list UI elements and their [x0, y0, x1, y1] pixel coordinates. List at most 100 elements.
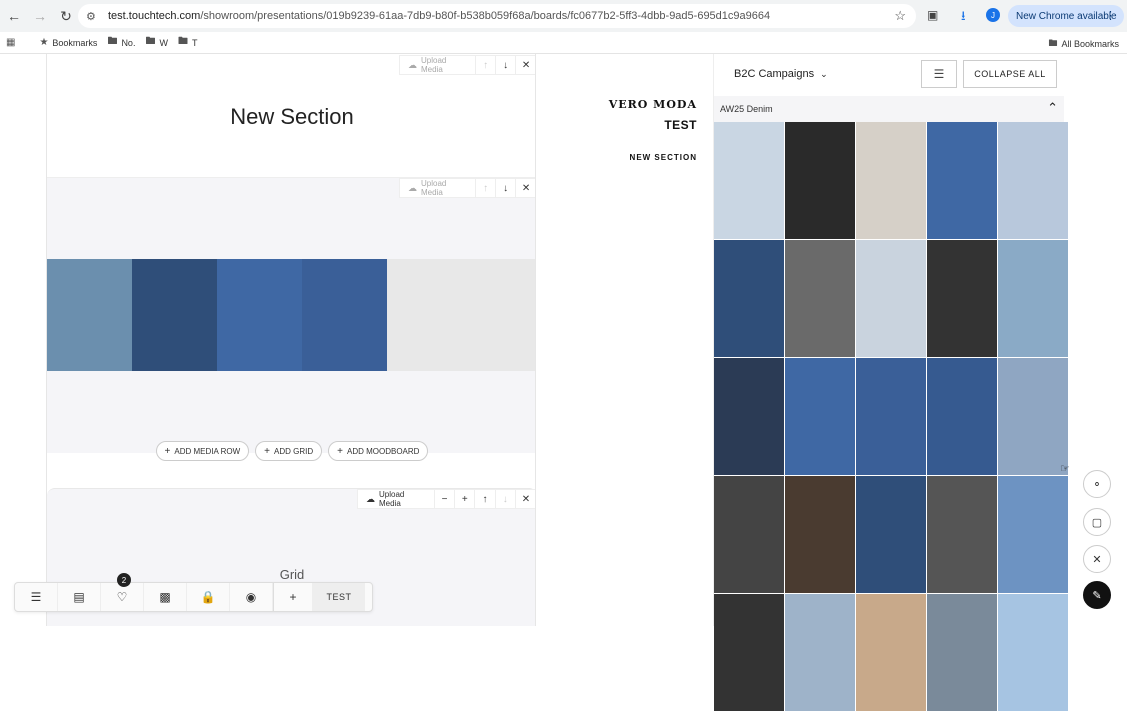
collapse-all-button[interactable]: COLLAPSE ALL	[963, 60, 1057, 88]
move-up-icon[interactable]: ↑	[476, 178, 497, 198]
media-thumbnail[interactable]	[785, 476, 855, 593]
favorites-count-badge: 2	[117, 573, 131, 587]
media-thumbnail[interactable]	[714, 122, 784, 239]
test-tab[interactable]: TEST	[313, 583, 365, 611]
folder-header[interactable]: AW25 Denim ⌃	[714, 96, 1064, 122]
media-thumbnail[interactable]	[785, 358, 855, 475]
star-icon: ★	[39, 37, 49, 48]
media-thumbnail[interactable]	[856, 358, 926, 475]
bookmark-item-no[interactable]: 🖿 No.	[107, 34, 135, 51]
folder-icon: 🖿	[107, 36, 118, 47]
move-up-icon[interactable]: ↑	[476, 55, 497, 75]
media-thumbnail[interactable]	[714, 358, 784, 475]
close-panel-button[interactable]: ✕	[1083, 545, 1111, 573]
extensions-icon[interactable]: ▣	[927, 8, 941, 22]
cloud-upload-icon: ☁	[408, 59, 417, 70]
plus-icon[interactable]: +	[455, 489, 476, 509]
media-thumbnail[interactable]	[856, 594, 926, 711]
profile-avatar[interactable]: J	[986, 8, 1000, 22]
move-up-icon[interactable]: ↑	[475, 489, 496, 509]
tag-button[interactable]: ⚬	[1083, 470, 1111, 498]
folder-icon: 🖿	[177, 36, 188, 47]
media-library-panel: B2C Campaigns ⌄ ☰ COLLAPSE ALL AW25 Denim…	[713, 54, 1127, 711]
media-row-image[interactable]	[217, 259, 302, 371]
add-media-row-button[interactable]: + ADD MEDIA ROW	[155, 441, 250, 461]
media-thumbnail[interactable]	[998, 476, 1068, 593]
menu-dots-icon[interactable]: ⋮	[1105, 9, 1116, 22]
media-thumbnail[interactable]	[927, 594, 997, 711]
media-thumbnails	[714, 122, 1068, 711]
media-thumbnail[interactable]	[927, 358, 997, 475]
title-block-toolbar: ☁ Upload Media ↑ ↓ ✕	[399, 55, 535, 75]
close-icon[interactable]: ✕	[516, 55, 535, 75]
media-thumbnail[interactable]	[927, 240, 997, 357]
menu-icon[interactable]: ☰	[15, 583, 58, 611]
all-bookmarks[interactable]: 🖿 All Bookmarks	[1048, 36, 1119, 52]
favorites-button[interactable]: 2 ♡	[101, 573, 144, 611]
media-row-image[interactable]	[387, 259, 535, 371]
download-icon[interactable]: ⭳	[961, 7, 966, 29]
eye-icon[interactable]: ◉	[230, 583, 273, 611]
section-title[interactable]: New Section	[47, 104, 535, 130]
media-row-toolbar: ☁ Upload Media ↑ ↓ ✕	[399, 178, 535, 198]
media-thumbnail[interactable]	[998, 240, 1068, 357]
media-thumbnail[interactable]	[998, 122, 1068, 239]
upload-media-button[interactable]: ☁ Upload Media	[358, 489, 435, 509]
bookmark-item-w[interactable]: 🖿 W	[145, 34, 168, 51]
bookmark-item-t[interactable]: 🖿 T	[178, 34, 198, 51]
add-moodboard-button[interactable]: + ADD MOODBOARD	[328, 441, 429, 461]
chevron-up-icon[interactable]: ⌃	[1047, 100, 1058, 116]
filter-button[interactable]: ☰	[921, 60, 957, 88]
minus-icon[interactable]: −	[435, 489, 456, 509]
media-thumbnail[interactable]	[856, 240, 926, 357]
section-editor: New Section ☁ Upload Media ↑ ↓ ✕ ☁ Upload …	[46, 54, 536, 626]
media-thumbnail[interactable]	[785, 122, 855, 239]
upload-media-button[interactable]: ☁ Upload Media	[400, 178, 477, 198]
media-thumbnail[interactable]	[927, 122, 997, 239]
plus-icon: +	[337, 445, 343, 457]
media-thumbnail[interactable]	[927, 476, 997, 593]
back-icon[interactable]: ←	[2, 4, 26, 28]
media-thumbnail[interactable]	[714, 594, 784, 711]
media-row-image[interactable]	[47, 259, 132, 371]
address-bar[interactable]: ⚙ test.touchtech.com/showroom/presentati…	[78, 4, 916, 28]
media-row-image[interactable]	[132, 259, 217, 371]
site-info-icon[interactable]: ⚙	[86, 10, 100, 23]
media-thumbnail[interactable]	[714, 476, 784, 593]
update-chrome-button[interactable]: New Chrome available ⋮	[1008, 5, 1124, 27]
preview-section-link[interactable]: NEW SECTION	[630, 153, 697, 162]
book-icon[interactable]: ▤	[58, 583, 101, 611]
add-button[interactable]: +	[273, 583, 313, 611]
comment-button[interactable]: ▢	[1083, 508, 1111, 536]
apps-icon[interactable]: ▦	[6, 37, 19, 48]
media-thumbnail[interactable]	[785, 594, 855, 711]
bookmark-star-icon[interactable]: ☆	[894, 8, 906, 24]
close-icon[interactable]: ✕	[516, 489, 535, 509]
media-row-block[interactable]: ☁ Upload Media ↑ ↓ ✕	[47, 178, 535, 453]
media-thumbnail[interactable]	[998, 358, 1068, 475]
title-block[interactable]: New Section ☁ Upload Media ↑ ↓ ✕	[47, 54, 535, 178]
page: New Section ☁ Upload Media ↑ ↓ ✕ ☁ Upload …	[0, 54, 1127, 711]
tag-icon: ⚬	[1092, 478, 1102, 491]
bookmark-item-bookmarks[interactable]: ★ Bookmarks	[39, 37, 97, 48]
media-thumbnail[interactable]	[785, 240, 855, 357]
media-thumbnail[interactable]	[856, 476, 926, 593]
folder-icon: 🖿	[145, 36, 156, 47]
move-down-icon[interactable]: ↓	[496, 178, 517, 198]
lock-icon[interactable]: 🔒	[187, 583, 230, 611]
upload-media-button[interactable]: ☁ Upload Media	[400, 55, 477, 75]
media-thumbnail[interactable]	[998, 594, 1068, 711]
media-thumbnail[interactable]	[714, 240, 784, 357]
forward-icon[interactable]: →	[28, 4, 52, 28]
folder-icon: 🖿	[1048, 38, 1058, 48]
media-row-image[interactable]	[302, 259, 387, 371]
add-grid-button[interactable]: + ADD GRID	[255, 441, 323, 461]
edit-button[interactable]: ✎	[1083, 581, 1111, 609]
move-down-icon[interactable]: ↓	[496, 55, 517, 75]
move-down-icon[interactable]: ↓	[496, 489, 516, 509]
close-icon[interactable]: ✕	[516, 178, 535, 198]
monitor-icon[interactable]: ▩	[144, 583, 187, 611]
campaign-selector[interactable]: B2C Campaigns ⌄	[734, 68, 828, 80]
media-thumbnail[interactable]	[856, 122, 926, 239]
reload-icon[interactable]: ↻	[54, 4, 78, 28]
